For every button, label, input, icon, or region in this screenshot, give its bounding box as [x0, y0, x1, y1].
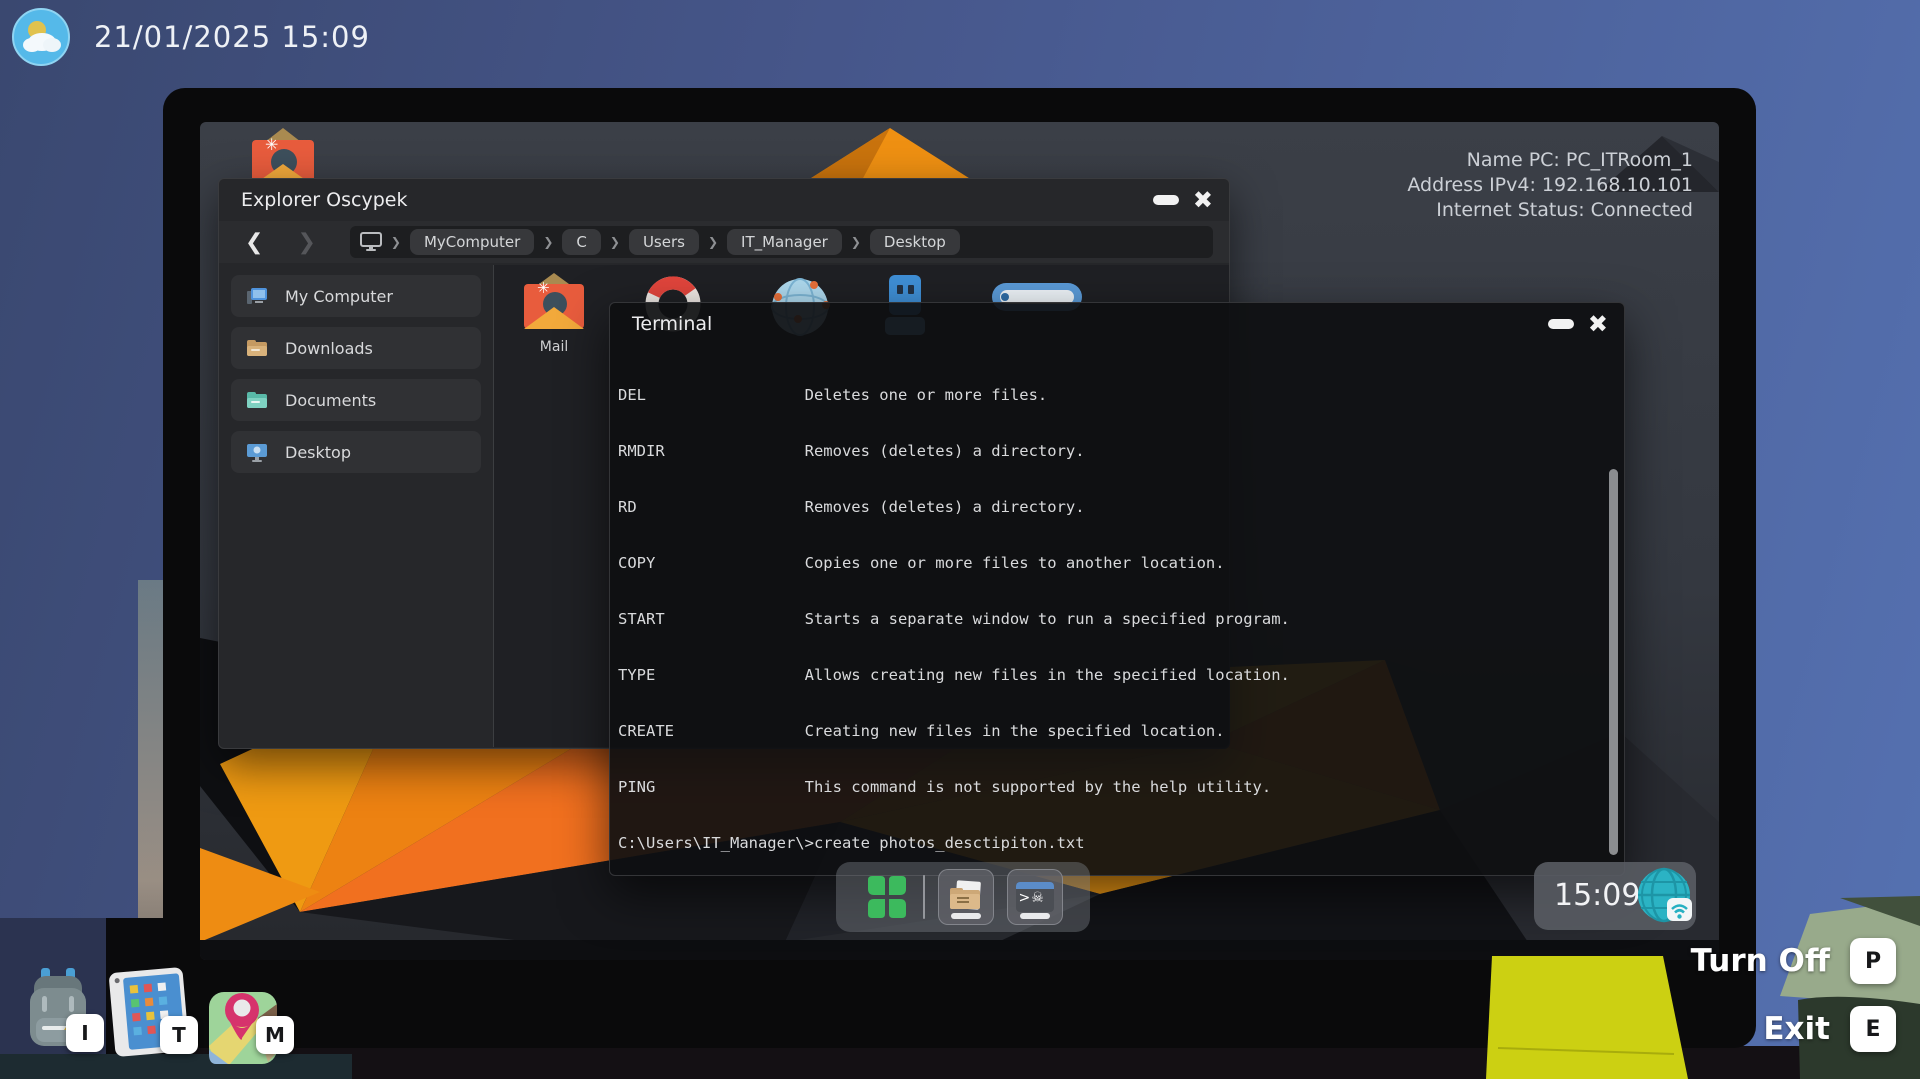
explorer-navbar: ❮ ❯ ❯ MyComputer ❯ C ❯ Users	[219, 221, 1229, 263]
tablet-key-badge[interactable]: T	[160, 1016, 198, 1054]
active-indicator	[951, 913, 981, 919]
key-letter: M	[265, 1023, 285, 1047]
chevron-separator-icon: ❯	[391, 235, 401, 249]
turn-off-key-badge[interactable]: P	[1850, 938, 1896, 984]
terminal-app-icon: >☠	[1016, 882, 1054, 912]
breadcrumb-desktop[interactable]: Desktop	[870, 229, 960, 255]
pc-internet-status: Internet Status: Connected	[1407, 198, 1693, 223]
terminal-line: RMDIR Removes (deletes) a directory.	[618, 441, 1600, 461]
terminal-line: C:\Users\IT_Manager\>create photos_desct…	[618, 833, 1600, 853]
sidebar-label: Documents	[285, 391, 376, 410]
chevron-separator-icon: ❯	[610, 235, 620, 249]
desk-mat	[0, 1054, 352, 1079]
active-indicator	[1020, 913, 1050, 919]
desktop-icon	[245, 440, 269, 464]
terminal-scrollbar[interactable]	[1609, 351, 1618, 865]
sidebar-label: My Computer	[285, 287, 393, 306]
terminal-line: CREATE Creating new files in the specifi…	[618, 721, 1600, 741]
hud-datetime: 21/01/2025 15:09	[12, 8, 370, 66]
computer-icon	[360, 232, 382, 252]
terminal-line: COPY Copies one or more files to another…	[618, 553, 1600, 573]
folder-icon	[948, 880, 984, 914]
map-key-badge[interactable]: M	[256, 1016, 294, 1054]
inventory-key-badge[interactable]: I	[66, 1014, 104, 1052]
key-letter: E	[1865, 1017, 1880, 1042]
breadcrumb-users[interactable]: Users	[629, 229, 699, 255]
sidebar-item-my-computer[interactable]: My Computer	[231, 275, 481, 317]
breadcrumb: ❯ MyComputer ❯ C ❯ Users ❯ IT_Manager ❯ …	[350, 226, 1213, 258]
taskbar-divider	[923, 875, 925, 919]
file-mail[interactable]: ✳ Mail	[512, 273, 596, 355]
sidebar-label: Desktop	[285, 443, 351, 462]
documents-folder-icon	[245, 388, 269, 412]
weather-icon	[12, 8, 70, 66]
turn-off-action[interactable]: Turn Off P	[1691, 938, 1896, 984]
key-letter: I	[81, 1021, 88, 1045]
exit-key-badge[interactable]: E	[1850, 1006, 1896, 1052]
chevron-separator-icon: ❯	[851, 235, 861, 249]
chevron-separator-icon: ❯	[543, 235, 553, 249]
terminal-window: Terminal ✖ DEL Deletes one or more files…	[609, 302, 1625, 876]
chevron-separator-icon: ❯	[708, 235, 718, 249]
terminal-line: PING This command is not supported by th…	[618, 777, 1600, 797]
scrollbar-thumb[interactable]	[1609, 469, 1618, 855]
start-clover-icon[interactable]	[864, 874, 910, 920]
downloads-folder-icon	[245, 336, 269, 360]
hud-datetime-text: 21/01/2025 15:09	[94, 20, 370, 54]
svg-text:✳: ✳	[537, 279, 550, 297]
terminal-output[interactable]: DEL Deletes one or more files. RMDIR Rem…	[618, 349, 1600, 869]
pc-info-panel: Name PC: PC_ITRoom_1 Address IPv4: 192.1…	[1407, 148, 1693, 223]
terminal-line: TYPE Allows creating new files in the sp…	[618, 665, 1600, 685]
breadcrumb-mycomputer[interactable]: MyComputer	[410, 229, 534, 255]
internet-globe-icon[interactable]	[1636, 867, 1694, 925]
exit-label: Exit	[1763, 1011, 1830, 1047]
minimize-icon[interactable]	[1153, 195, 1179, 205]
key-letter: T	[172, 1023, 186, 1047]
terminal-title: Terminal	[610, 313, 712, 335]
minimize-icon[interactable]	[1548, 319, 1574, 329]
key-letter: P	[1865, 949, 1881, 974]
turn-off-label: Turn Off	[1691, 943, 1830, 979]
terminal-line: DEL Deletes one or more files.	[618, 385, 1600, 405]
terminal-titlebar[interactable]: Terminal ✖	[610, 303, 1624, 345]
taskbar: >☠	[836, 862, 1090, 932]
forward-icon[interactable]: ❯	[297, 230, 315, 255]
close-icon[interactable]: ✖	[1193, 188, 1213, 212]
back-icon[interactable]: ❮	[245, 230, 263, 255]
file-label: Mail	[540, 339, 568, 355]
taskbar-explorer-app[interactable]	[938, 869, 994, 925]
sticky-note	[1478, 950, 1693, 1079]
taskbar-terminal-app[interactable]: >☠	[1007, 869, 1063, 925]
sidebar-item-desktop[interactable]: Desktop	[231, 431, 481, 473]
exit-action[interactable]: Exit E	[1763, 1006, 1896, 1052]
explorer-title: Explorer Oscypek	[219, 189, 407, 211]
pc-name: Name PC: PC_ITRoom_1	[1407, 148, 1693, 173]
sidebar-item-documents[interactable]: Documents	[231, 379, 481, 421]
taskbar-clock[interactable]: 15:09	[1534, 862, 1696, 930]
screen-desktop: Name PC: PC_ITRoom_1 Address IPv4: 192.1…	[200, 122, 1719, 960]
sidebar-label: Downloads	[285, 339, 373, 358]
terminal-line: START Starts a separate window to run a …	[618, 609, 1600, 629]
clock-time: 15:09	[1554, 862, 1640, 930]
close-icon[interactable]: ✖	[1588, 312, 1608, 336]
mail-file-icon: ✳	[521, 273, 587, 335]
pc-ipv4: Address IPv4: 192.168.10.101	[1407, 173, 1693, 198]
sidebar-item-downloads[interactable]: Downloads	[231, 327, 481, 369]
monitor: Name PC: PC_ITRoom_1 Address IPv4: 192.1…	[163, 88, 1756, 1048]
breadcrumb-itmanager[interactable]: IT_Manager	[727, 229, 842, 255]
explorer-sidebar: My Computer Downloads	[219, 265, 493, 747]
game-scene: Name PC: PC_ITRoom_1 Address IPv4: 192.1…	[0, 0, 1920, 1079]
terminal-line: RD Removes (deletes) a directory.	[618, 497, 1600, 517]
svg-text:✳: ✳	[265, 135, 278, 154]
breadcrumb-c[interactable]: C	[562, 229, 600, 255]
my-computer-icon	[245, 284, 269, 308]
explorer-titlebar[interactable]: Explorer Oscypek ✖	[219, 179, 1229, 221]
